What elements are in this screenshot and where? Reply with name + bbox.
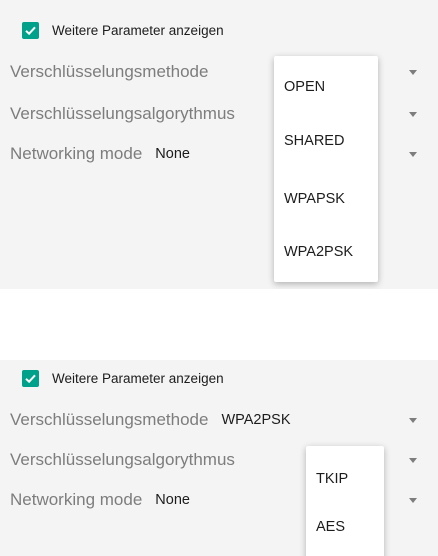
networking-mode-label: Networking mode	[10, 144, 143, 163]
dropdown-arrow-icon[interactable]	[409, 458, 417, 463]
show-more-parameters-checkbox-row[interactable]: Weitere Parameter anzeigen	[22, 370, 224, 387]
encryption-algorithm-dropdown: TKIP AES	[306, 446, 384, 556]
networking-mode-value: None	[155, 146, 190, 162]
dropdown-option-wpa2psk[interactable]: WPA2PSK	[284, 242, 353, 262]
dropdown-arrow-icon[interactable]	[409, 498, 417, 503]
dropdown-arrow-icon[interactable]	[409, 152, 417, 157]
dropdown-option-shared[interactable]: SHARED	[284, 131, 344, 151]
dropdown-arrow-icon[interactable]	[409, 112, 417, 117]
checkbox-checked-icon[interactable]	[22, 370, 39, 387]
settings-panel-bottom: Weitere Parameter anzeigen Verschlüsselu…	[0, 360, 438, 556]
networking-mode-label: Networking mode	[10, 490, 143, 509]
show-more-parameters-checkbox-row[interactable]: Weitere Parameter anzeigen	[22, 22, 224, 39]
encryption-method-label: Verschlüsselungsmethode	[10, 62, 209, 81]
show-more-parameters-label: Weitere Parameter anzeigen	[52, 371, 224, 386]
networking-mode-value: None	[155, 492, 190, 508]
encryption-method-label: Verschlüsselungsmethode	[10, 410, 209, 429]
dropdown-arrow-icon[interactable]	[409, 418, 417, 423]
show-more-parameters-label: Weitere Parameter anzeigen	[52, 23, 224, 38]
dropdown-option-wpapsk[interactable]: WPAPSK	[284, 189, 345, 209]
encryption-algorithm-label: Verschlüsselungsalgorythmus	[10, 450, 235, 469]
dropdown-arrow-icon[interactable]	[409, 70, 417, 75]
dropdown-option-tkip[interactable]: TKIP	[316, 469, 348, 489]
encryption-method-value: WPA2PSK	[221, 412, 291, 428]
encryption-method-row[interactable]: Verschlüsselungsmethode WPA2PSK	[10, 405, 438, 435]
encryption-algorithm-label: Verschlüsselungsalgorythmus	[10, 104, 235, 123]
dropdown-option-open[interactable]: OPEN	[284, 77, 325, 97]
dropdown-option-aes[interactable]: AES	[316, 517, 345, 537]
settings-panel-top: Weitere Parameter anzeigen Verschlüsselu…	[0, 0, 438, 289]
encryption-method-dropdown: OPEN SHARED WPAPSK WPA2PSK	[274, 56, 378, 282]
checkbox-checked-icon[interactable]	[22, 22, 39, 39]
